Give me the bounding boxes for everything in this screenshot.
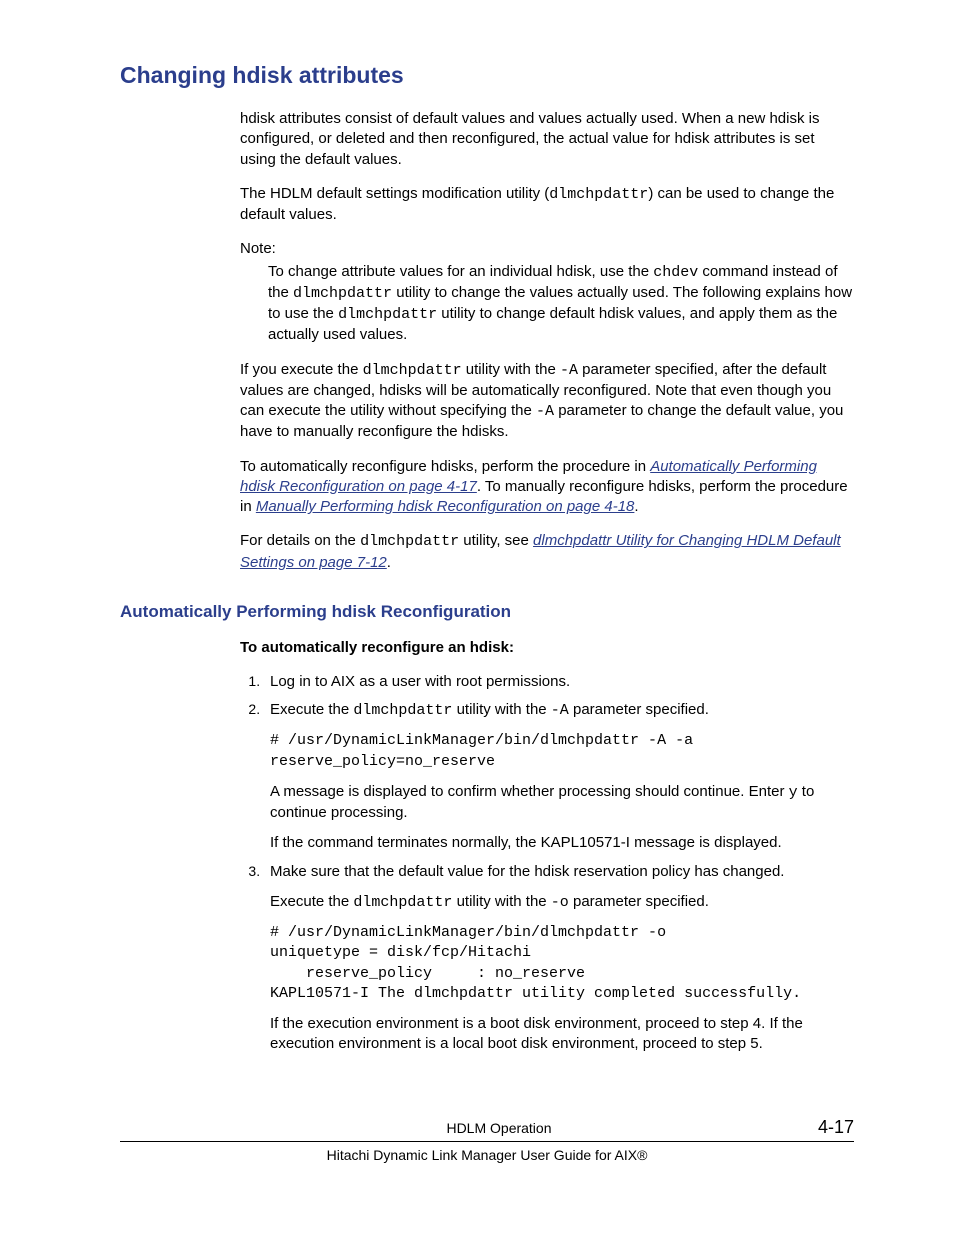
heading-2: Automatically Performing hdisk Reconfigu… [120,601,854,624]
content-body: hdisk attributes consist of default valu… [240,109,854,573]
text: utility with the [462,361,560,378]
text: To change attribute values for an indivi… [268,263,653,280]
step-note: A message is displayed to confirm whethe… [270,782,854,824]
footer-book-title: Hitachi Dynamic Link Manager User Guide … [120,1146,854,1165]
paragraph: To automatically reconfigure hdisks, per… [240,457,854,518]
sub-heading-bold: To automatically reconfigure an hdisk: [240,638,854,658]
ordered-list: Log in to AIX as a user with root permis… [240,672,854,1055]
list-item: Make sure that the default value for the… [264,862,854,1055]
step-note: If the command terminates normally, the … [270,833,854,853]
step-note: Execute the dlmchpdattr utility with the… [270,892,854,913]
paragraph: If you execute the dlmchpdattr utility w… [240,360,854,443]
inline-code: dlmchpdattr [353,894,452,911]
paragraph: For details on the dlmchpdattr utility, … [240,531,854,573]
heading-1: Changing hdisk attributes [120,60,854,91]
inline-code: dlmchpdattr [353,702,452,719]
inline-code: dlmchpdattr [549,186,648,203]
text: To automatically reconfigure hdisks, per… [240,458,650,475]
cross-reference-link[interactable]: Manually Performing hdisk Reconfiguratio… [256,498,635,515]
text: Execute the [270,701,353,718]
text: parameter specified. [569,701,709,718]
inline-code: -o [551,894,569,911]
inline-code: -A [560,362,578,379]
page-number: 4-17 [818,1115,854,1139]
content-body: To automatically reconfigure an hdisk: L… [240,638,854,1055]
inline-code: dlmchpdattr [363,362,462,379]
text: Log in to AIX as a user with root permis… [270,673,570,690]
text: For details on the [240,532,360,549]
text: . [387,554,391,571]
text: utility with the [452,893,550,910]
code-block: # /usr/DynamicLinkManager/bin/dlmchpdatt… [270,731,854,772]
inline-code: dlmchpdattr [293,285,392,302]
code-block: # /usr/DynamicLinkManager/bin/dlmchpdatt… [270,923,854,1004]
footer-section-title: HDLM Operation [180,1119,818,1138]
paragraph: The HDLM default settings modification u… [240,184,854,226]
note-body: To change attribute values for an indivi… [268,262,854,346]
inline-code: y [789,784,798,801]
page-footer: HDLM Operation 4-17 Hitachi Dynamic Link… [120,1115,854,1165]
text: Execute the [270,893,353,910]
step-note: If the execution environment is a boot d… [270,1014,854,1055]
footer-rule [120,1141,854,1142]
inline-code: dlmchpdattr [360,533,459,550]
text: parameter specified. [569,893,709,910]
text: The HDLM default settings modification u… [240,185,549,202]
text: Make sure that the default value for the… [270,863,784,880]
inline-code: -A [536,403,554,420]
text: . [634,498,638,515]
text: If you execute the [240,361,363,378]
text: utility with the [452,701,550,718]
inline-code: -A [551,702,569,719]
inline-code: chdev [653,264,698,281]
paragraph: hdisk attributes consist of default valu… [240,109,854,170]
text: utility, see [459,532,533,549]
list-item: Log in to AIX as a user with root permis… [264,672,854,692]
inline-code: dlmchpdattr [338,306,437,323]
text: A message is displayed to confirm whethe… [270,783,789,800]
list-item: Execute the dlmchpdattr utility with the… [264,700,854,854]
note-label: Note: [240,239,854,259]
